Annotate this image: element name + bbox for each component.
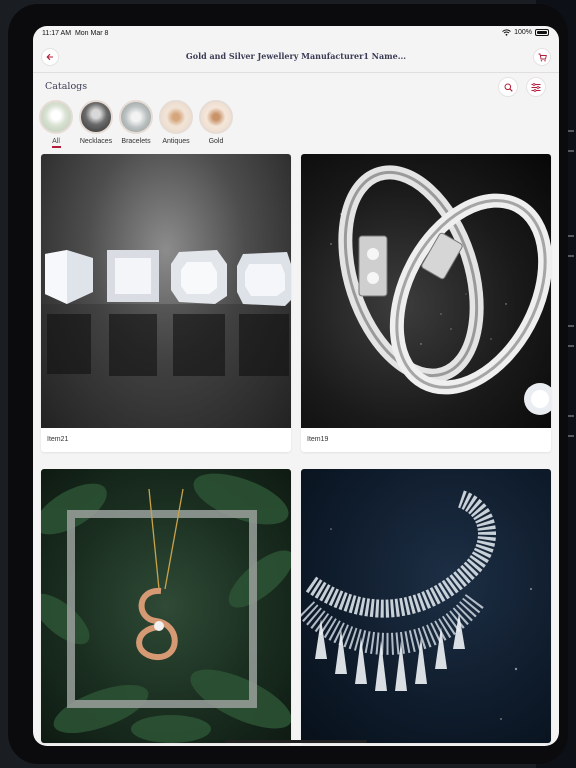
catalog-item-bracelets[interactable]: Bracelets [116, 100, 156, 145]
filter-button[interactable] [526, 77, 546, 97]
product-image-gold-pendant [41, 469, 291, 743]
catalog-thumb-gold [199, 100, 233, 134]
status-indicators: 100% [502, 29, 549, 36]
product-card-pendant[interactable] [41, 469, 291, 743]
catalog-thumb-antiques [159, 100, 193, 134]
catalog-label: Antiques [162, 138, 190, 145]
filter-icon [531, 82, 541, 92]
product-image-silver-rings [301, 154, 551, 428]
product-card-necklace[interactable] [301, 469, 551, 743]
product-card-item19[interactable]: Item19 [301, 154, 551, 452]
status-bar: 11:17 AM Mon Mar 8 100% [33, 26, 559, 42]
battery-percent: 100% [514, 29, 532, 36]
home-indicator [225, 740, 367, 743]
necklace-illustration [301, 490, 532, 720]
search-icon [504, 83, 513, 92]
rings-illustration [330, 165, 551, 415]
catalog-item-all[interactable]: All [36, 100, 76, 148]
catalog-label: Gold [208, 138, 224, 145]
active-underline [51, 146, 61, 148]
tablet-frame: 11:17 AM Mon Mar 8 100% Gold and Silver … [8, 4, 568, 764]
app-screen: 11:17 AM Mon Mar 8 100% Gold and Silver … [33, 26, 559, 746]
catalog-label: All [52, 138, 60, 145]
status-time: 11:17 AM Mon Mar 8 [42, 30, 109, 37]
cart-icon [538, 53, 547, 61]
catalog-thumb-necklaces [79, 100, 113, 134]
catalog-thumb-bracelets [119, 100, 153, 134]
product-image-diamonds [41, 154, 291, 428]
search-button[interactable] [498, 77, 518, 97]
catalog-item-antiques[interactable]: Antiques [156, 100, 196, 145]
battery-icon [535, 29, 549, 36]
pendant-illustration [41, 473, 291, 743]
wifi-icon [502, 29, 511, 36]
product-image-diamond-necklace [301, 469, 551, 743]
product-name: Item19 [307, 436, 329, 443]
back-button[interactable] [41, 48, 59, 66]
catalog-item-necklaces[interactable]: Necklaces [76, 100, 116, 145]
page-title: Gold and Silver Jewellery Manufacturer1 … [185, 51, 407, 61]
cart-button[interactable] [533, 48, 551, 66]
catalog-list: All Necklaces Bracelets Antiques Gold [33, 100, 559, 152]
product-card-item21[interactable]: Item21 [41, 154, 291, 452]
catalog-label: Necklaces [79, 138, 113, 145]
catalog-thumb-all [39, 100, 73, 134]
diamonds-illustration [41, 250, 291, 428]
app-header: Gold and Silver Jewellery Manufacturer1 … [33, 42, 559, 73]
catalog-item-gold[interactable]: Gold [196, 100, 236, 145]
catalog-label: Bracelets [121, 138, 151, 145]
catalogs-heading: Catalogs [45, 81, 88, 92]
product-name: Item21 [47, 436, 69, 443]
back-arrow-icon [46, 53, 53, 61]
